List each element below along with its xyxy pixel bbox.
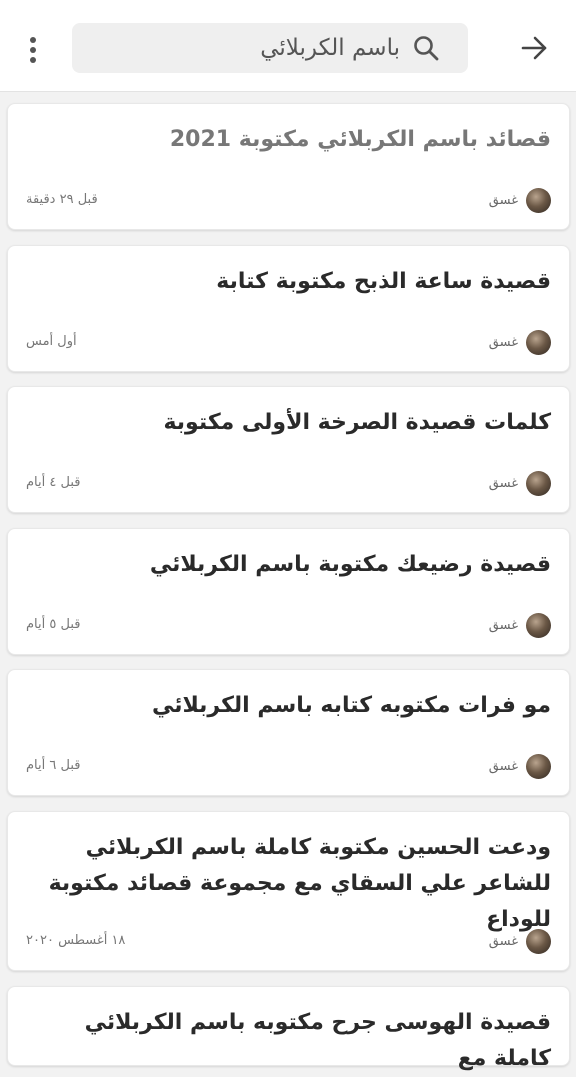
- avatar: [526, 928, 551, 954]
- author-name: غسق: [488, 192, 518, 208]
- card-title: قصيدة ساعة الذبح مكتوبة كتابة: [216, 269, 551, 294]
- search-icon[interactable]: [412, 34, 440, 62]
- card-title: قصائد باسم الكربلائي مكتوبة 2021: [169, 127, 551, 152]
- avatar: [526, 612, 551, 638]
- avatar: [526, 753, 551, 779]
- card-title: قصيدة رضيعك مكتوبة باسم الكربلائي: [149, 552, 551, 577]
- card-title: كلمات قصيدة الصرخة الأولى مكتوبة: [163, 410, 551, 435]
- overflow-menu-button[interactable]: [18, 30, 48, 70]
- author-info: غسق: [489, 612, 551, 638]
- top-app-bar: باسم الكربلائي: [0, 0, 576, 92]
- search-query[interactable]: باسم الكربلائي: [260, 35, 400, 61]
- post-time: قبل ٦ أيام: [26, 758, 81, 773]
- result-card[interactable]: ودعت الحسين مكتوبة كاملة باسم الكربلائي …: [7, 811, 570, 971]
- post-time: أول أمس: [26, 334, 77, 349]
- author-info: غسق: [489, 753, 551, 779]
- back-button[interactable]: [516, 30, 552, 66]
- avatar: [526, 329, 551, 355]
- post-time: قبل ٤ أيام: [26, 475, 81, 490]
- avatar: [526, 470, 551, 496]
- card-title: مو فرات مكتوبه كتابه باسم الكربلائي: [151, 693, 551, 718]
- result-card[interactable]: كلمات قصيدة الصرخة الأولى مكتوبة غسق قبل…: [7, 386, 570, 513]
- author-info: غسق: [489, 329, 551, 355]
- search-bar[interactable]: باسم الكربلائي: [72, 23, 468, 73]
- author-name: غسق: [488, 933, 518, 949]
- card-title: قصيدة الهوسى جرح مكتوبه باسم الكربلائي ك…: [84, 1010, 551, 1071]
- post-time: قبل ٥ أيام: [26, 617, 81, 632]
- author-name: غسق: [488, 334, 518, 350]
- avatar: [526, 187, 551, 213]
- author-name: غسق: [488, 617, 518, 633]
- author-info: غسق: [489, 187, 551, 213]
- result-card[interactable]: قصائد باسم الكربلائي مكتوبة 2021 غسق قبل…: [7, 103, 570, 230]
- result-card[interactable]: مو فرات مكتوبه كتابه باسم الكربلائي غسق …: [7, 669, 570, 796]
- author-info: غسق: [489, 470, 551, 496]
- post-time: ١٨ أغسطس ٢٠٢٠: [26, 933, 126, 948]
- result-card[interactable]: قصيدة رضيعك مكتوبة باسم الكربلائي غسق قب…: [7, 528, 570, 655]
- post-time: قبل ٢٩ دقيقة: [26, 192, 98, 207]
- author-info: غسق: [489, 928, 551, 954]
- result-card[interactable]: قصيدة ساعة الذبح مكتوبة كتابة غسق أول أم…: [7, 245, 570, 372]
- card-title: ودعت الحسين مكتوبة كاملة باسم الكربلائي …: [48, 835, 551, 932]
- more-vertical-icon: [30, 37, 36, 63]
- author-name: غسق: [488, 475, 518, 491]
- arrow-right-icon: [521, 36, 547, 60]
- author-name: غسق: [488, 758, 518, 774]
- result-card[interactable]: قصيدة الهوسى جرح مكتوبه باسم الكربلائي ك…: [7, 986, 570, 1071]
